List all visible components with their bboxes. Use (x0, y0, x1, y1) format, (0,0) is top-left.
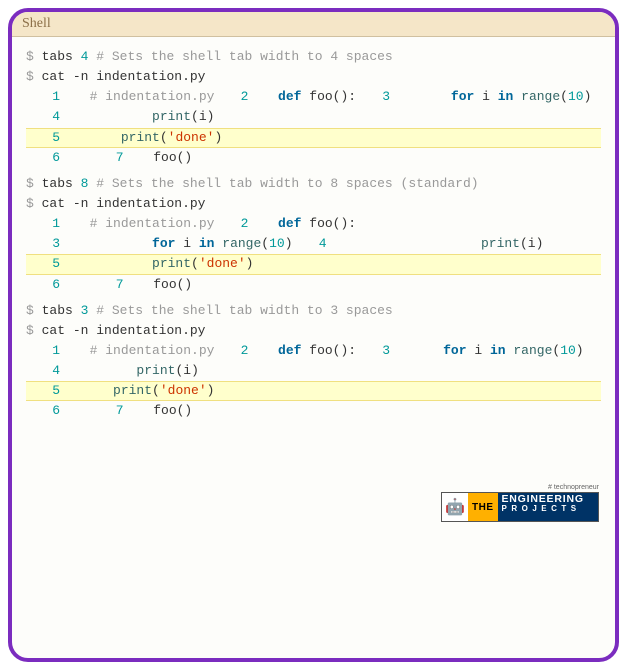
output-line: 5 print('done') (26, 128, 601, 148)
line-number: 7 (90, 148, 138, 168)
output-line: 7 foo() (90, 277, 193, 292)
watermark-box: 🤖 THE ENGINEERING PROJECTS (441, 492, 599, 522)
line-number: 3 (356, 341, 404, 361)
output-line: 1 # indentation.py (26, 89, 214, 104)
watermark-line1: ENGINEERING (502, 494, 595, 505)
line-number: 2 (214, 87, 262, 107)
line-number: 2 (214, 341, 262, 361)
line-number: 1 (26, 87, 74, 107)
line-number: 4 (26, 107, 74, 127)
line-number: 7 (90, 275, 138, 295)
line-number: 4 (293, 234, 341, 254)
output-line: 1 # indentation.py (26, 343, 214, 358)
output-line: 6 (26, 277, 90, 292)
output-line: 2 def foo(): (214, 343, 356, 358)
watermark-text: ENGINEERING PROJECTS (498, 493, 599, 521)
line-number: 2 (214, 214, 262, 234)
tabs-command-line: $ tabs 8 # Sets the shell tab width to 8… (26, 174, 601, 194)
output-line: 3 for i in range(10) (356, 89, 591, 104)
watermark-tag: # technopreneur (441, 484, 599, 491)
line-number: 3 (356, 87, 404, 107)
output-line: 7 foo() (90, 150, 193, 165)
output-line: 4 print(i) (293, 236, 544, 251)
output-line: 7 foo() (90, 403, 193, 418)
output-line: 5 print('done') (26, 254, 601, 274)
output-line: 6 (26, 403, 90, 418)
output-line: 3 for i in range(10) (26, 236, 293, 251)
terminal-header: Shell (12, 12, 615, 37)
line-number: 6 (26, 275, 74, 295)
cat-command-line: $ cat -n indentation.py (26, 321, 601, 341)
header-title: Shell (22, 16, 51, 31)
line-number: 5 (26, 381, 74, 401)
line-number: 5 (26, 254, 74, 274)
line-number: 7 (90, 401, 138, 421)
terminal-frame: Shell $ tabs 4 # Sets the shell tab widt… (8, 8, 619, 662)
shell-block: $ tabs 3 # Sets the shell tab width to 3… (26, 301, 601, 422)
output-line: 5 print('done') (26, 381, 601, 401)
cat-command-line: $ cat -n indentation.py (26, 67, 601, 87)
line-number: 6 (26, 148, 74, 168)
watermark-line2: PROJECTS (502, 505, 595, 513)
output-line: 1 # indentation.py (26, 216, 214, 231)
line-number: 4 (26, 361, 74, 381)
code-area: $ tabs 4 # Sets the shell tab width to 4… (12, 37, 615, 438)
output-line: 3 for i in range(10) (356, 343, 584, 358)
output-line: 4 print(i) (26, 363, 199, 378)
tabs-command-line: $ tabs 3 # Sets the shell tab width to 3… (26, 301, 601, 321)
line-number: 3 (26, 234, 74, 254)
robot-icon: 🤖 (442, 493, 468, 521)
line-number: 1 (26, 341, 74, 361)
watermark-logo: # technopreneur 🤖 THE ENGINEERING PROJEC… (441, 484, 599, 526)
line-number: 1 (26, 214, 74, 234)
watermark-the: THE (468, 493, 498, 521)
output-line: 6 (26, 150, 90, 165)
tabs-command-line: $ tabs 4 # Sets the shell tab width to 4… (26, 47, 601, 67)
cat-command-line: $ cat -n indentation.py (26, 194, 601, 214)
shell-block: $ tabs 8 # Sets the shell tab width to 8… (26, 174, 601, 295)
output-line: 2 def foo(): (214, 89, 356, 104)
output-line: 2 def foo(): (214, 216, 356, 231)
line-number: 6 (26, 401, 74, 421)
output-line: 4 print(i) (26, 109, 214, 124)
line-number: 5 (26, 128, 74, 148)
shell-block: $ tabs 4 # Sets the shell tab width to 4… (26, 47, 601, 168)
